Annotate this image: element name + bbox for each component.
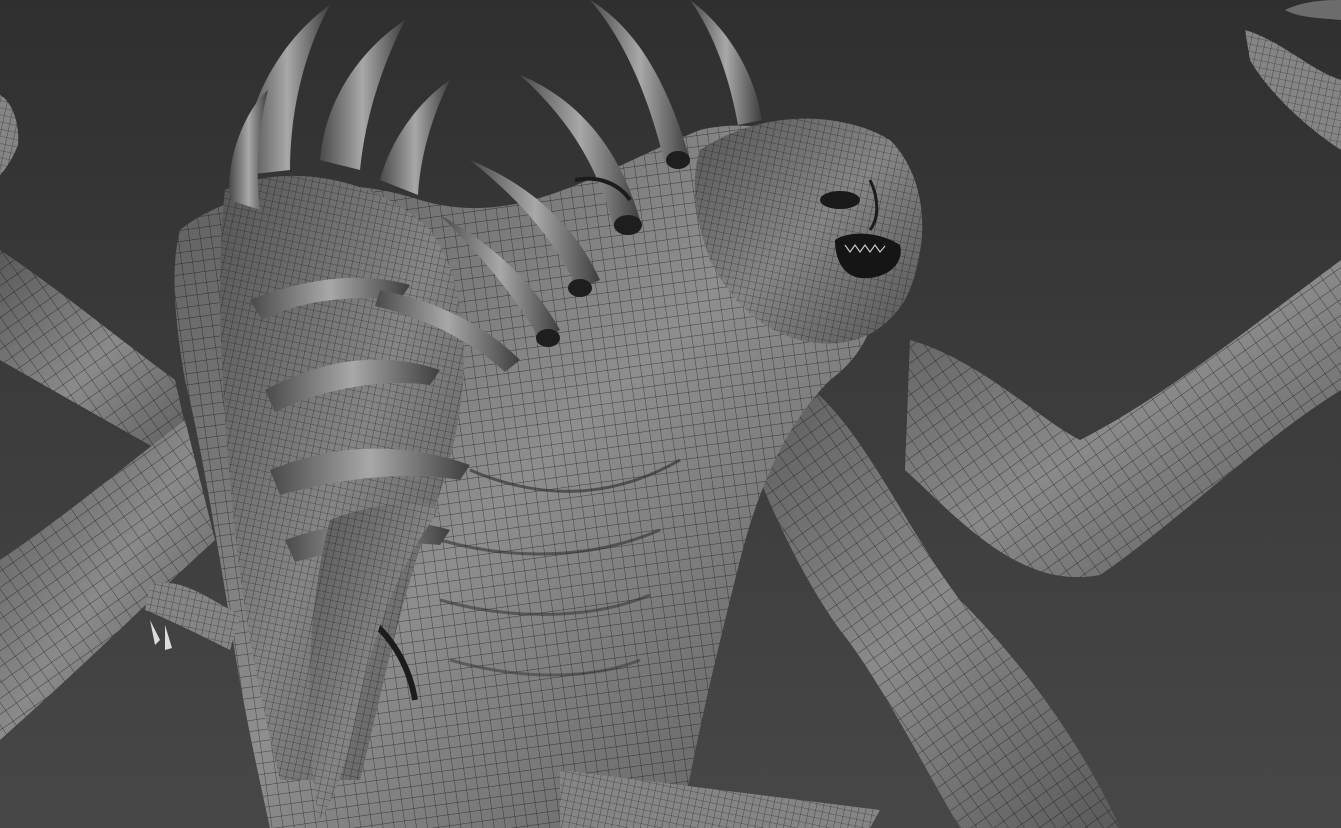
left-hand-mesh[interactable] — [0, 95, 19, 175]
eye-socket — [820, 191, 860, 209]
viewport-canvas[interactable] — [0, 0, 1341, 828]
belt-mesh[interactable] — [560, 770, 880, 828]
3d-viewport[interactable] — [0, 0, 1341, 828]
left-arm-mesh[interactable] — [0, 420, 215, 740]
right-arm-mesh[interactable] — [905, 0, 1341, 578]
